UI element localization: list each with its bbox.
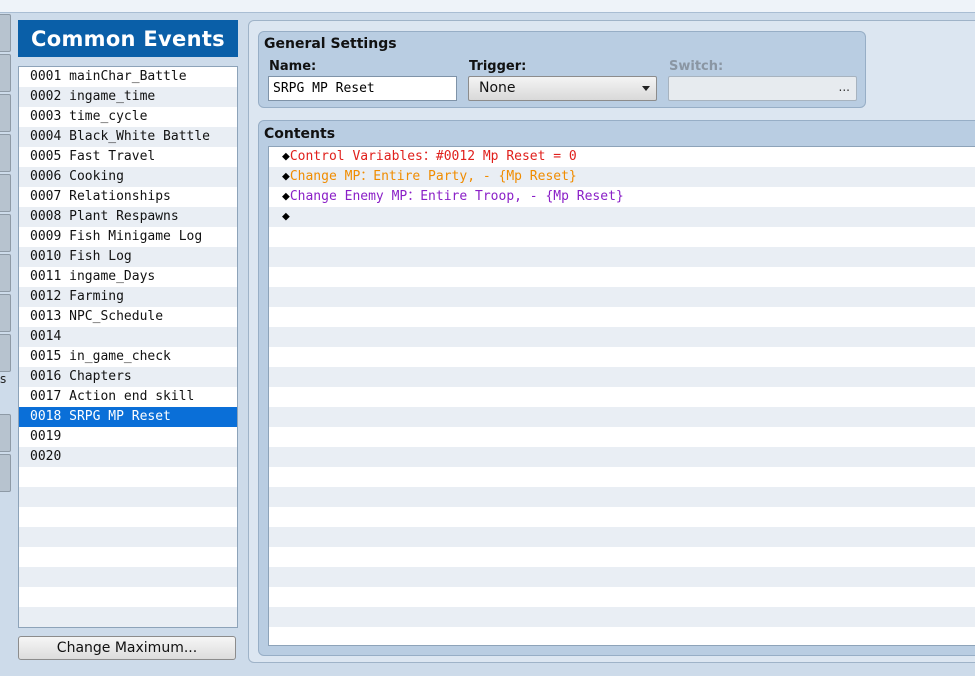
- common-event-item[interactable]: [19, 567, 237, 587]
- command-text: Change MP：Entire Party, - {Mp Reset}: [289, 169, 577, 184]
- name-input[interactable]: SRPG MP Reset: [268, 76, 457, 101]
- switch-label: Switch:: [669, 59, 724, 74]
- left-tab[interactable]: [0, 14, 11, 52]
- command-row[interactable]: [269, 307, 975, 327]
- trigger-value: None: [479, 80, 516, 96]
- common-event-item[interactable]: [19, 487, 237, 507]
- command-row[interactable]: [269, 267, 975, 287]
- command-row[interactable]: ◆: [269, 207, 975, 227]
- common-event-item[interactable]: 0015 in_game_check: [19, 347, 237, 367]
- common-event-item[interactable]: 0010 Fish Log: [19, 247, 237, 267]
- diamond-icon: ◆: [282, 169, 290, 184]
- command-row[interactable]: [269, 447, 975, 467]
- common-event-item[interactable]: 0016 Chapters: [19, 367, 237, 387]
- command-row[interactable]: [269, 547, 975, 567]
- common-event-item[interactable]: 0008 Plant Respawns: [19, 207, 237, 227]
- trigger-select[interactable]: None: [468, 76, 657, 101]
- common-event-item[interactable]: 0002 ingame_time: [19, 87, 237, 107]
- command-row[interactable]: [269, 507, 975, 527]
- common-event-item[interactable]: 0007 Relationships: [19, 187, 237, 207]
- command-row[interactable]: ◆Change Enemy MP：Entire Troop, - {Mp Res…: [269, 187, 975, 207]
- command-row[interactable]: [269, 407, 975, 427]
- command-row[interactable]: [269, 607, 975, 627]
- common-event-item[interactable]: 0017 Action end skill: [19, 387, 237, 407]
- common-event-item[interactable]: [19, 507, 237, 527]
- left-tab[interactable]: [0, 454, 11, 492]
- command-row[interactable]: [269, 487, 975, 507]
- command-row[interactable]: ◆Control Variables：#0012 Mp Reset = 0: [269, 147, 975, 167]
- command-row[interactable]: [269, 247, 975, 267]
- common-event-item[interactable]: [19, 527, 237, 547]
- common-events-title: Common Events: [18, 20, 238, 57]
- command-row[interactable]: [269, 627, 975, 645]
- left-tab[interactable]: [0, 334, 11, 372]
- name-label: Name:: [269, 59, 317, 74]
- general-settings-title: General Settings: [264, 36, 397, 52]
- trigger-label: Trigger:: [469, 59, 527, 74]
- common-event-item[interactable]: 0012 Farming: [19, 287, 237, 307]
- common-event-item[interactable]: [19, 467, 237, 487]
- command-row[interactable]: [269, 347, 975, 367]
- command-text: Change Enemy MP：Entire Troop, - {Mp Rese…: [289, 189, 624, 204]
- left-tab[interactable]: [0, 54, 11, 92]
- left-tab[interactable]: [0, 414, 11, 452]
- command-row[interactable]: [269, 327, 975, 347]
- command-row[interactable]: ◆Change MP：Entire Party, - {Mp Reset}: [269, 167, 975, 187]
- common-event-item[interactable]: [19, 587, 237, 607]
- contents-command-list[interactable]: ◆Control Variables：#0012 Mp Reset = 0 ◆Ch…: [268, 146, 975, 646]
- common-event-item[interactable]: 0020: [19, 447, 237, 467]
- common-event-item[interactable]: 0004 Black_White Battle: [19, 127, 237, 147]
- common-event-item[interactable]: 0001 mainChar_Battle: [19, 67, 237, 87]
- common-event-item[interactable]: 0005 Fast Travel: [19, 147, 237, 167]
- contents-title: Contents: [264, 126, 336, 142]
- common-event-item[interactable]: 0013 NPC_Schedule: [19, 307, 237, 327]
- command-row[interactable]: [269, 467, 975, 487]
- common-event-item[interactable]: 0014: [19, 327, 237, 347]
- switch-browse-button: ...: [838, 80, 850, 94]
- command-row[interactable]: [269, 367, 975, 387]
- common-event-item[interactable]: 0019: [19, 427, 237, 447]
- change-maximum-button[interactable]: Change Maximum...: [18, 636, 236, 660]
- left-tab[interactable]: [0, 94, 11, 132]
- diamond-icon: ◆: [282, 189, 290, 204]
- common-event-item[interactable]: 0018 SRPG MP Reset: [19, 407, 237, 427]
- common-events-list[interactable]: 0001 mainChar_Battle 0002 ingame_time 0003…: [18, 66, 238, 628]
- common-event-item[interactable]: 0006 Cooking: [19, 167, 237, 187]
- common-event-item[interactable]: 0003 time_cycle: [19, 107, 237, 127]
- left-tab[interactable]: [0, 134, 11, 172]
- switch-field: ...: [668, 76, 857, 101]
- diamond-icon: ◆: [282, 209, 290, 224]
- common-event-item[interactable]: [19, 547, 237, 567]
- left-tab[interactable]: [0, 254, 11, 292]
- left-tab[interactable]: [0, 294, 11, 332]
- left-tab[interactable]: [0, 214, 11, 252]
- command-text: Control Variables：#0012 Mp Reset = 0: [289, 149, 577, 164]
- command-row[interactable]: [269, 567, 975, 587]
- command-row[interactable]: [269, 287, 975, 307]
- left-tab-strip: [0, 14, 11, 494]
- command-row[interactable]: [269, 527, 975, 547]
- common-event-item[interactable]: 0009 Fish Minigame Log: [19, 227, 237, 247]
- left-tab-letter: s: [0, 372, 7, 386]
- command-row[interactable]: [269, 427, 975, 447]
- command-row[interactable]: [269, 227, 975, 247]
- left-tab[interactable]: [0, 174, 11, 212]
- top-strip: [0, 0, 975, 13]
- common-event-item[interactable]: [19, 607, 237, 627]
- common-event-item[interactable]: 0011 ingame_Days: [19, 267, 237, 287]
- chevron-down-icon: [642, 86, 650, 91]
- command-row[interactable]: [269, 387, 975, 407]
- command-row[interactable]: [269, 587, 975, 607]
- diamond-icon: ◆: [282, 149, 290, 164]
